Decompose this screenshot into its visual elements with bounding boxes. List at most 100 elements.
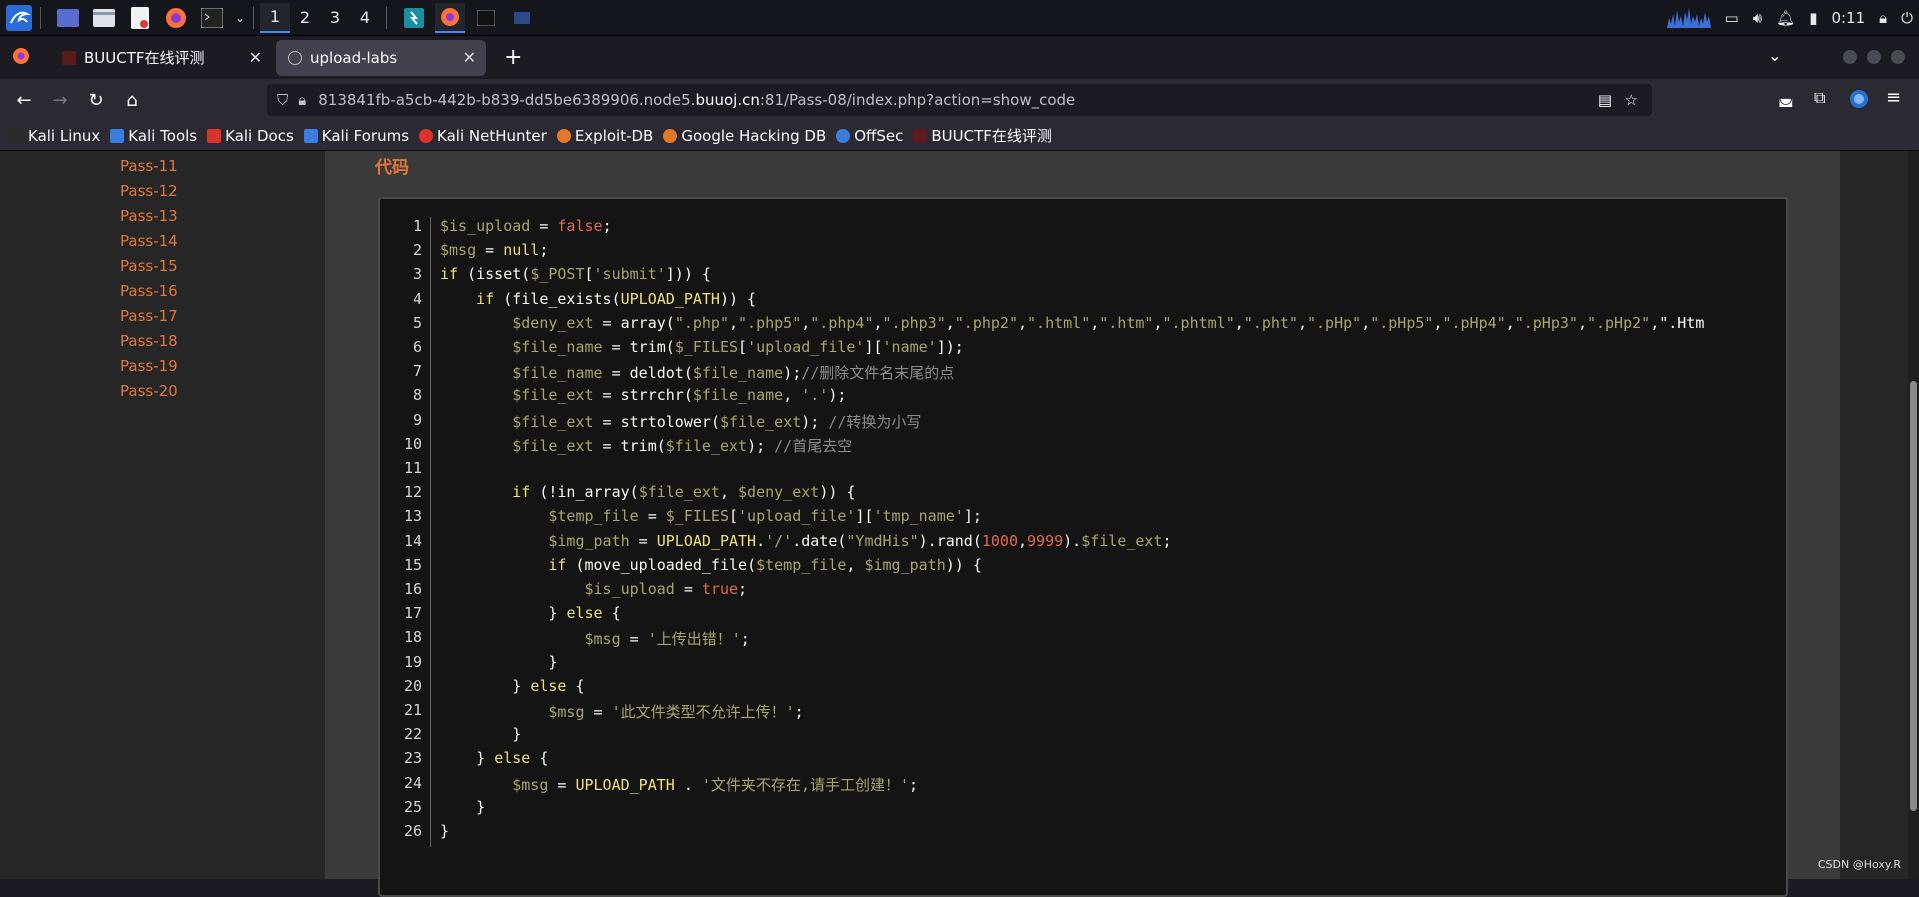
terminal-window-icon[interactable]	[471, 3, 501, 33]
show-desktop-icon[interactable]	[53, 3, 83, 33]
bookmark-kali-forums[interactable]: Kali Forums	[303, 127, 409, 145]
misc-window-icon[interactable]	[507, 3, 537, 33]
clock[interactable]: 0:11	[1831, 9, 1865, 27]
list-all-tabs-icon[interactable]: ⌄	[1768, 46, 1781, 65]
kali-forums-icon	[303, 128, 318, 143]
text-editor-icon[interactable]	[125, 3, 155, 33]
bookmark-kali-tools[interactable]: Kali Tools	[110, 127, 197, 145]
file-manager-icon[interactable]	[89, 3, 119, 33]
lock-icon[interactable]: 🔒︎	[1879, 9, 1887, 27]
url-suffix: :81/Pass-08/index.php?action=show_code	[759, 91, 1076, 109]
kali-docs-icon	[207, 128, 222, 143]
extensions-icon[interactable]: ⧉	[1814, 88, 1825, 108]
code-line: if (move_uploaded_file($temp_file, $img_…	[548, 555, 982, 574]
sidebar-item-pass-14[interactable]: Pass-14	[120, 232, 178, 250]
workspace-3-button[interactable]: 3	[320, 3, 350, 33]
tab-buuctf[interactable]: BUUCTF在线评测 ✕	[50, 40, 272, 76]
sidebar-item-pass-13[interactable]: Pass-13	[120, 207, 178, 225]
kali-menu-icon[interactable]	[4, 3, 34, 33]
sidebar-item-pass-17[interactable]: Pass-17	[120, 307, 178, 325]
tab-title: BUUCTF在线评测	[84, 49, 205, 67]
window-maximize-button[interactable]	[1867, 50, 1881, 64]
new-tab-button[interactable]: +	[504, 45, 522, 70]
code-line: $file_ext = trim($file_ext); //首尾去空	[512, 436, 853, 455]
bookmark-google-hacking-db[interactable]: Google Hacking DB	[663, 127, 826, 145]
close-tab-icon[interactable]: ✕	[249, 48, 262, 67]
code-line: $file_name = deldot($file_name);//删除文件名末…	[512, 364, 955, 383]
sidebar-item-pass-12[interactable]: Pass-12	[120, 182, 178, 200]
scrollbar-thumb[interactable]	[1910, 381, 1917, 811]
url-bar[interactable]: ⛉ 🔒︎ 813841fb-a5cb-442b-b839-dd5be638990…	[267, 84, 1652, 116]
firefox-view-icon[interactable]	[12, 47, 30, 69]
app-window-icon[interactable]	[399, 3, 429, 33]
pocket-icon[interactable]: ◛	[1778, 88, 1794, 107]
terminal-launcher-icon[interactable]	[197, 3, 227, 33]
sidebar-item-pass-15[interactable]: Pass-15	[120, 257, 178, 275]
bookmark-label: OffSec	[854, 126, 904, 145]
window-close-button[interactable]	[1891, 50, 1905, 64]
site-security-icon[interactable]: 🔒︎	[298, 91, 306, 109]
right-margin	[1840, 151, 1908, 879]
line-number: 21	[403, 701, 422, 719]
forward-button[interactable]: →	[42, 84, 78, 116]
page-scrollbar[interactable]	[1908, 151, 1919, 879]
firefox-launcher-icon[interactable]	[161, 3, 191, 33]
display-icon[interactable]: ▭	[1725, 9, 1739, 27]
sidebar-item-pass-11[interactable]: Pass-11	[120, 157, 178, 175]
workspace-1-button[interactable]: 1	[260, 2, 290, 33]
volume-icon[interactable]: 🔊︎	[1753, 9, 1762, 27]
line-number: 1	[412, 217, 422, 235]
bookmark-offsec[interactable]: OffSec	[836, 127, 903, 145]
close-tab-icon[interactable]: ✕	[463, 48, 476, 67]
code-line: if (file_exists(UPLOAD_PATH)) {	[476, 289, 757, 308]
cpu-graph-icon	[1666, 4, 1711, 32]
bookmark-kali-nethunter[interactable]: Kali NetHunter	[419, 127, 547, 145]
reload-button[interactable]: ↻	[78, 84, 114, 116]
code-line: $file_ext = strrchr($file_name, '.');	[512, 386, 847, 405]
bookmark-label: Google Hacking DB	[681, 126, 827, 145]
tab-upload-labs[interactable]: upload-labs ✕	[276, 39, 486, 76]
buuctf-favicon-icon	[62, 50, 76, 65]
line-number: 17	[403, 604, 422, 623]
notification-bell-icon[interactable]: 🔔︎	[1776, 9, 1795, 27]
line-number: 8	[412, 386, 422, 405]
workspace-2-button[interactable]: 2	[290, 3, 320, 33]
bookmark-label: Kali Linux	[28, 126, 101, 145]
gutter-divider	[430, 217, 431, 847]
tracking-protection-icon[interactable]: ⛉	[277, 91, 288, 109]
bookmark-star-icon[interactable]: ☆	[1625, 91, 1638, 109]
code-line: $deny_ext = array(".php",".php5",".php4"…	[512, 313, 1705, 332]
bookmark-exploit-db[interactable]: Exploit-DB	[556, 126, 654, 145]
bookmark-label: Kali Tools	[128, 126, 198, 145]
code-line: }	[440, 725, 522, 744]
bookmark-label: Kali NetHunter	[437, 126, 547, 145]
firefox-window-icon[interactable]	[435, 2, 465, 33]
bookmark-kali-linux[interactable]: Kali Linux	[10, 127, 100, 145]
battery-icon[interactable]: ▮	[1809, 9, 1817, 27]
sidebar-item-pass-18[interactable]: Pass-18	[120, 332, 178, 350]
window-minimize-button[interactable]	[1843, 50, 1857, 64]
bookmark-kali-docs[interactable]: Kali Docs	[207, 127, 294, 145]
sidebar-item-pass-20[interactable]: Pass-20	[120, 382, 178, 400]
line-number: 7	[412, 362, 422, 381]
page-content: Pass-11 Pass-12 Pass-13 Pass-14 Pass-15 …	[0, 151, 1919, 897]
power-icon[interactable]: ⏻	[1901, 9, 1913, 27]
line-number: 19	[403, 652, 422, 671]
main-panel: 代码 1 $is_upload = false; 2 $msg = null; 3 if …	[325, 151, 1840, 897]
reader-view-icon[interactable]: ▤	[1598, 91, 1612, 109]
app-menu-icon[interactable]: ≡	[1886, 87, 1901, 108]
watermark: CSDN @Hoxy.R	[1817, 858, 1901, 871]
taskbar-separator	[253, 6, 254, 29]
account-icon[interactable]	[1850, 90, 1868, 108]
bookmark-buuctf[interactable]: BUUCTF在线评测	[913, 125, 1052, 146]
sidebar-item-pass-16[interactable]: Pass-16	[120, 282, 178, 300]
bookmark-label: Exploit-DB	[574, 126, 654, 145]
sidebar-item-pass-19[interactable]: Pass-19	[120, 357, 178, 375]
launcher-dropdown-icon[interactable]: ⌄	[233, 3, 247, 33]
home-button[interactable]: ⌂	[114, 84, 150, 116]
code-line: $msg = '上传出错！';	[584, 630, 750, 649]
workspace-4-button[interactable]: 4	[350, 3, 380, 33]
code-line: $is_upload = false;	[440, 217, 612, 235]
back-button[interactable]: ←	[6, 84, 42, 116]
navigation-toolbar: ← → ↻ ⌂ ⛉ 🔒︎ 813841fb-a5cb-442b-b839-dd5…	[0, 79, 1919, 121]
